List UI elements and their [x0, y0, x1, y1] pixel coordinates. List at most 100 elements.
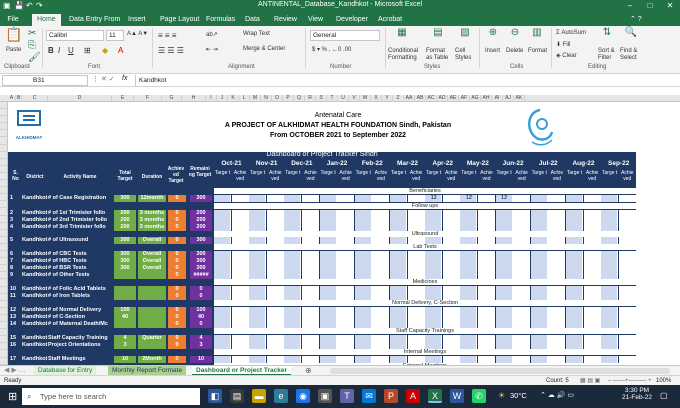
cell-remaining[interactable]: 300	[190, 237, 212, 244]
tracker-cell[interactable]	[478, 251, 495, 258]
tracker-cell[interactable]	[548, 217, 566, 224]
cell-sno[interactable]: 17	[10, 356, 21, 363]
cell-total[interactable]: 4	[114, 335, 136, 342]
tracker-cell[interactable]	[407, 293, 425, 300]
cut-icon[interactable]: ✂	[28, 28, 36, 40]
tracker-cell[interactable]	[530, 272, 548, 279]
cell-sno[interactable]: 5	[10, 237, 21, 244]
tracker-cell[interactable]	[214, 258, 231, 265]
tracker-cell[interactable]	[513, 265, 531, 272]
cell-total[interactable]	[114, 286, 136, 293]
tracker-cell[interactable]	[249, 321, 267, 328]
cell-total[interactable]: 300	[114, 195, 136, 202]
cell-duration[interactable]	[138, 272, 166, 279]
cell-styles-icon[interactable]: ▧	[456, 27, 474, 39]
row-header[interactable]	[0, 209, 8, 216]
row-header[interactable]	[0, 230, 8, 237]
cell-district[interactable]: Kandhkot	[22, 356, 48, 363]
tracker-cell[interactable]	[214, 237, 231, 244]
tab-formulas[interactable]: Formulas	[206, 14, 235, 26]
tracker-cell[interactable]	[319, 335, 337, 342]
tracker-cell[interactable]	[231, 195, 249, 202]
cell-activity[interactable]: Staff Meetings	[48, 356, 112, 363]
tracker-cell[interactable]	[618, 335, 636, 342]
autosum-button[interactable]: Σ AutoSum	[556, 30, 586, 36]
tracker-cell[interactable]	[319, 265, 337, 272]
cell-activity[interactable]: # of Iron Tablets	[48, 293, 112, 300]
tracker-cell[interactable]	[442, 217, 460, 224]
tracker-cell[interactable]	[425, 321, 443, 328]
column-header[interactable]: X	[371, 95, 382, 102]
tracker-cell[interactable]	[530, 314, 548, 321]
column-header[interactable]: AB	[415, 95, 426, 102]
tracker-cell[interactable]	[266, 224, 284, 231]
cell-district[interactable]: Kandhkot	[22, 342, 48, 349]
tracker-cell[interactable]	[548, 356, 566, 363]
tracker-cell[interactable]	[302, 272, 319, 279]
tracker-cell[interactable]	[231, 224, 249, 231]
row-header[interactable]	[0, 145, 8, 152]
tracker-cell[interactable]	[460, 237, 478, 244]
tracker-cell[interactable]	[214, 272, 231, 279]
copy-icon[interactable]: ⎘	[28, 40, 36, 52]
cell-total[interactable]: 40	[114, 314, 136, 321]
cell-district[interactable]: Kandhkot	[22, 210, 48, 217]
align-left-icon[interactable]: ☰ ☰ ☰	[158, 46, 184, 55]
cell-target-may[interactable]: 12	[460, 195, 477, 202]
tracker-cell[interactable]	[337, 251, 355, 258]
tracker-cell[interactable]	[478, 217, 495, 224]
cell-sno[interactable]: 3	[10, 217, 21, 224]
column-header[interactable]: Q	[294, 95, 305, 102]
sort-filter-icon[interactable]: ⇅	[598, 27, 616, 39]
tracker-cell[interactable]	[354, 265, 372, 272]
tracker-cell[interactable]	[583, 237, 601, 244]
cell-district[interactable]: Kandhkot	[22, 293, 48, 300]
tracker-cell[interactable]	[302, 224, 319, 231]
column-header[interactable]: L	[239, 95, 250, 102]
tab-insert[interactable]: Insert	[128, 14, 146, 26]
tracker-cell[interactable]	[513, 195, 531, 202]
tracker-cell[interactable]	[601, 342, 619, 349]
tracker-cell[interactable]	[618, 307, 636, 314]
tracker-cell[interactable]	[284, 237, 302, 244]
tracker-cell[interactable]	[513, 286, 531, 293]
conditional-formatting-button[interactable]: Conditional Formatting	[388, 48, 424, 62]
tracker-cell[interactable]	[337, 272, 355, 279]
tracker-cell[interactable]	[302, 258, 319, 265]
tracker-cell[interactable]	[513, 293, 531, 300]
cell-duration[interactable]	[138, 293, 166, 300]
tracker-cell[interactable]	[249, 217, 267, 224]
formula-input[interactable]: Kandhkot	[135, 75, 677, 86]
tracker-cell[interactable]	[601, 224, 619, 231]
tracker-cell[interactable]	[249, 335, 267, 342]
tracker-cell[interactable]	[442, 342, 460, 349]
cell-activity[interactable]: # of 2nd Trimister follo	[48, 217, 112, 224]
tracker-cell[interactable]	[442, 293, 460, 300]
column-header[interactable]: E	[112, 95, 134, 102]
widgets-icon[interactable]: ▤	[230, 389, 244, 403]
font-name-select[interactable]: Calibri	[46, 30, 104, 41]
tracker-cell[interactable]	[231, 293, 249, 300]
tracker-cell[interactable]	[425, 356, 443, 363]
tracker-cell[interactable]	[231, 321, 249, 328]
tracker-cell[interactable]	[618, 314, 636, 321]
tracker-cell[interactable]	[319, 237, 337, 244]
find-select-icon[interactable]: 🔍	[622, 27, 640, 39]
fill-button[interactable]: ⬇ Fill	[556, 41, 570, 48]
tracker-cell[interactable]	[302, 286, 319, 293]
tracker-cell[interactable]	[266, 272, 284, 279]
wrap-text-button[interactable]: Wrap Text	[243, 31, 270, 37]
tracker-cell[interactable]	[425, 286, 443, 293]
row-header[interactable]	[0, 301, 8, 308]
fx-icon[interactable]: fx	[122, 75, 127, 82]
tracker-cell[interactable]	[495, 293, 513, 300]
tracker-cell[interactable]	[407, 195, 425, 202]
cell-activity[interactable]: # of Folic Acid Tablets	[48, 286, 112, 293]
tracker-cell[interactable]	[284, 307, 302, 314]
tracker-cell[interactable]	[372, 286, 390, 293]
cell-achieved[interactable]: 0	[168, 224, 186, 231]
tracker-cell[interactable]	[460, 272, 478, 279]
weather-temp[interactable]: 30°C	[510, 391, 527, 400]
tab-data-entry-from[interactable]: Data Entry From	[69, 14, 120, 26]
tracker-cell[interactable]	[478, 237, 495, 244]
